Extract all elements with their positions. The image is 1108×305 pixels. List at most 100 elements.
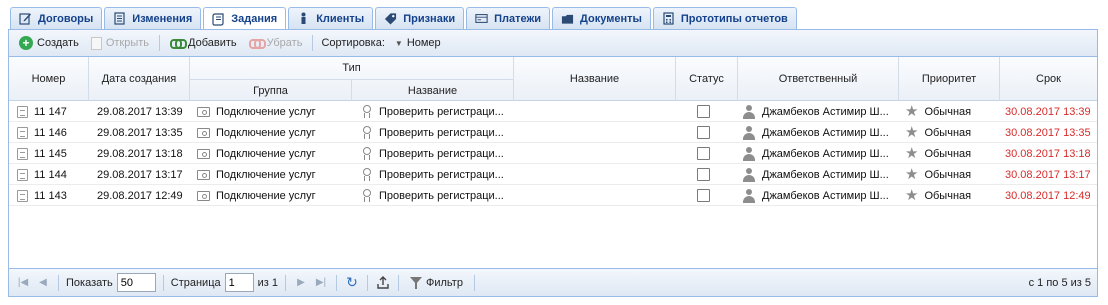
page-size-label: Показать [66, 276, 113, 289]
grid-body: 11 147 29.08.2017 13:39 Подключение услу… [9, 101, 1097, 206]
status-cell [697, 164, 717, 185]
remove-button[interactable]: Убрать [245, 33, 307, 53]
create-label: Создать [37, 37, 79, 49]
person-icon [297, 12, 310, 25]
number-value: 11 147 [34, 105, 67, 118]
group-value: Подключение услуг [216, 147, 316, 160]
group-value: Подключение услуг [216, 168, 316, 181]
name-cell [514, 164, 676, 185]
priority-value: Обычная [924, 168, 972, 181]
task-icon [17, 147, 28, 160]
card-icon [475, 12, 488, 25]
task-icon [17, 105, 28, 118]
document-icon [113, 12, 126, 25]
type-name-value: Проверить регистраци... [379, 168, 504, 181]
first-page-button[interactable]: |◀ [15, 275, 31, 291]
toolbar-separator [312, 35, 314, 51]
award-icon [362, 125, 372, 140]
tab-label: Договоры [38, 12, 94, 25]
tab-label: Прототипы отчетов [680, 12, 788, 25]
column-header-status[interactable]: Статус [676, 57, 738, 101]
filter-icon [410, 276, 422, 290]
tab-label: Клиенты [316, 12, 365, 25]
tag-icon [384, 12, 397, 25]
status-checkbox[interactable] [697, 105, 710, 118]
prev-page-button[interactable]: ◀ [35, 275, 51, 291]
status-checkbox[interactable] [697, 147, 710, 160]
column-header-number[interactable]: Номер [9, 57, 89, 101]
star-icon: ★ [905, 124, 919, 141]
next-page-button[interactable]: ▶ [293, 275, 309, 291]
status-checkbox[interactable] [697, 189, 710, 202]
deadline-cell: 30.08.2017 13:17 [1005, 168, 1091, 181]
tab-payments[interactable]: Платежи [466, 7, 551, 29]
award-icon [362, 146, 372, 161]
name-cell [514, 122, 676, 143]
task-icon [17, 126, 28, 139]
page-size-input[interactable] [116, 273, 156, 292]
status-checkbox[interactable] [697, 126, 710, 139]
folder-icon [197, 127, 210, 138]
type-name-cell: Проверить регистраци... [362, 143, 512, 164]
tab-documents[interactable]: Документы [552, 7, 651, 29]
number-cell: 11 147 [17, 101, 89, 122]
user-icon [742, 125, 756, 140]
column-header-created[interactable]: Дата создания [89, 57, 190, 101]
group-cell: Подключение услуг [197, 185, 352, 206]
table-row[interactable]: 11 143 29.08.2017 12:49 Подключение услу… [9, 185, 1097, 206]
number-cell: 11 145 [17, 143, 89, 164]
type-name-value: Проверить регистраци... [379, 126, 504, 139]
tab-changes[interactable]: Изменения [104, 7, 202, 29]
group-cell: Подключение услуг [197, 164, 352, 185]
deadline-cell: 30.08.2017 13:39 [1005, 105, 1091, 118]
user-icon [742, 188, 756, 203]
create-button[interactable]: + Создать [15, 33, 83, 53]
last-page-button[interactable]: ▶| [313, 275, 329, 291]
priority-cell: ★ Обычная [905, 122, 1000, 143]
column-header-deadline[interactable]: Срок [1000, 57, 1097, 101]
created-cell: 29.08.2017 12:49 [97, 189, 183, 202]
column-header-responsible[interactable]: Ответственный [738, 57, 899, 101]
responsible-value: Джамбеков Астимир Ш... [762, 126, 889, 139]
page-number-input[interactable] [224, 273, 254, 292]
sort-dropdown[interactable]: ▼ Номер [391, 33, 445, 53]
number-cell: 11 143 [17, 185, 89, 206]
tab-clients[interactable]: Клиенты [288, 7, 374, 29]
tab-label: Документы [580, 12, 642, 25]
open-button[interactable]: Открыть [87, 33, 153, 53]
group-cell: Подключение услуг [197, 143, 352, 164]
award-icon [362, 167, 372, 182]
table-row[interactable]: 11 146 29.08.2017 13:35 Подключение услу… [9, 122, 1097, 143]
column-header-type-name[interactable]: Название [352, 79, 514, 101]
filter-button[interactable]: Фильтр [406, 273, 467, 293]
open-label: Открыть [105, 37, 150, 49]
award-icon [362, 104, 372, 119]
name-cell [514, 185, 676, 206]
table-row[interactable]: 11 144 29.08.2017 13:17 Подключение услу… [9, 164, 1097, 185]
tab-label: Изменения [132, 12, 193, 25]
tab-report-prototypes[interactable]: Прототипы отчетов [652, 7, 797, 29]
export-icon[interactable] [375, 275, 391, 291]
pager-separator [162, 274, 164, 291]
table-row[interactable]: 11 145 29.08.2017 13:18 Подключение услу… [9, 143, 1097, 164]
paging-summary: с 1 по 5 из 5 [1028, 276, 1091, 289]
pager-separator [285, 274, 286, 291]
refresh-icon[interactable]: ↻ [344, 274, 360, 291]
add-button[interactable]: Добавить [166, 33, 241, 53]
page-label: Страница [170, 276, 221, 289]
status-checkbox[interactable] [697, 168, 710, 181]
tab-contracts[interactable]: Договоры [10, 7, 103, 29]
star-icon: ★ [905, 187, 919, 204]
column-header-priority[interactable]: Приоритет [899, 57, 1000, 101]
name-cell [514, 143, 676, 164]
tab-tasks[interactable]: Задания [203, 7, 287, 30]
tasks-panel: + Создать Открыть Добавить Убрать Сортир… [8, 29, 1098, 297]
responsible-cell: Джамбеков Астимир Ш... [742, 101, 897, 122]
column-header-name[interactable]: Название [514, 57, 676, 101]
column-header-group[interactable]: Группа [190, 79, 352, 101]
page-count-label: из 1 [257, 276, 278, 289]
number-value: 11 146 [34, 126, 67, 139]
group-value: Подключение услуг [216, 126, 316, 139]
tab-attributes[interactable]: Признаки [375, 7, 465, 29]
table-row[interactable]: 11 147 29.08.2017 13:39 Подключение услу… [9, 101, 1097, 122]
